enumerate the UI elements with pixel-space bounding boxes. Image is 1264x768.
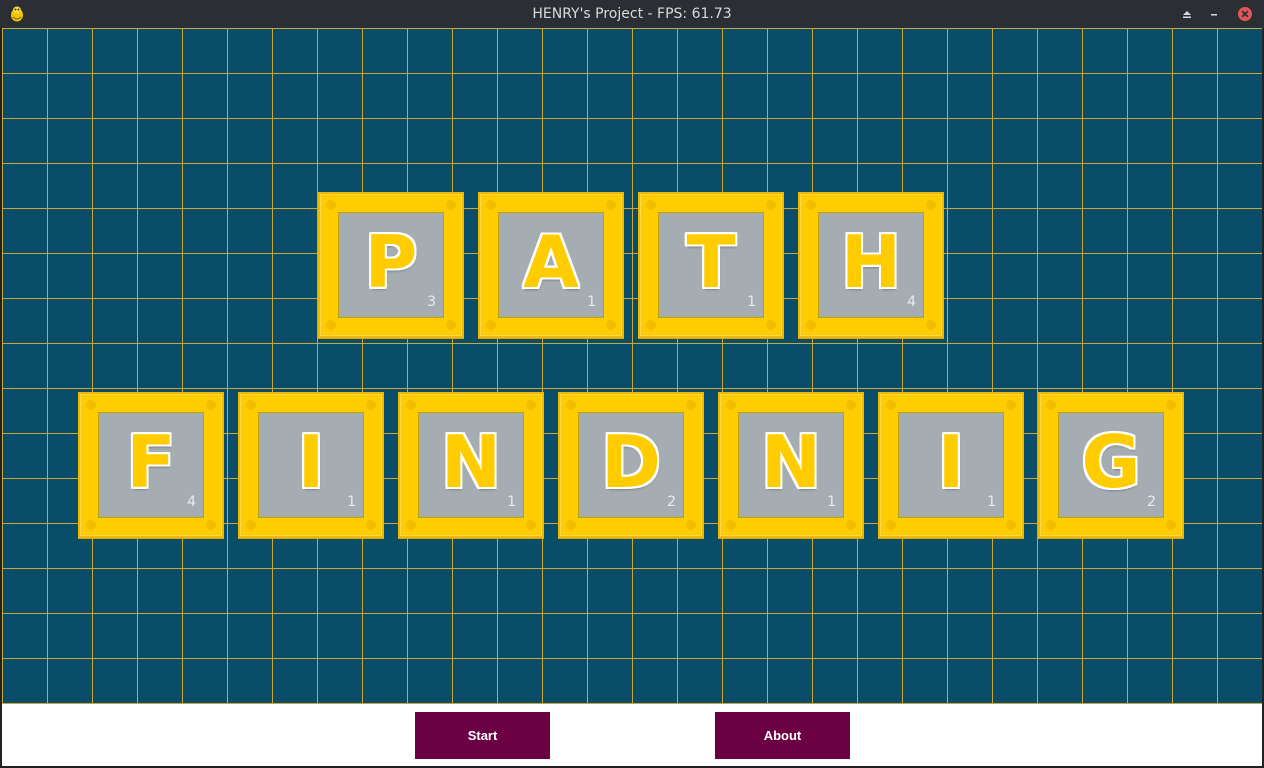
tile-letter: N [440,420,502,504]
rivet-icon [686,520,696,530]
rivet-icon [486,200,496,210]
tile-score: 1 [987,494,996,510]
letter-tile-f: F 4 [78,392,224,538]
tile-letter: T [686,220,736,304]
about-button[interactable]: About [715,712,850,759]
tile-letter: I [937,420,965,504]
tile-letter: P [364,220,418,304]
rivet-icon [1046,400,1056,410]
letter-tile-p: P 3 [318,192,464,338]
rivet-icon [366,520,376,530]
close-icon[interactable] [1237,6,1253,22]
tile-letter: A [523,220,579,304]
rivet-icon [326,200,336,210]
tile-letter: I [297,420,325,504]
bottom-menu-bar: Start About [2,704,1262,766]
tile-score: 1 [347,494,356,510]
rivet-icon [1006,520,1016,530]
rivet-icon [1166,400,1176,410]
rivet-icon [766,200,776,210]
tile-score: 4 [187,494,196,510]
rivet-icon [1166,520,1176,530]
letter-tile-i: I 1 [238,392,384,538]
rivet-icon [566,520,576,530]
letter-tile-i: I 1 [878,392,1024,538]
window-titlebar: HENRY's Project - FPS: 61.73 [0,0,1264,28]
letter-tile-d: D 2 [558,392,704,538]
rivet-icon [646,320,656,330]
tile-score: 2 [667,494,676,510]
rivet-icon [646,200,656,210]
rivet-icon [206,520,216,530]
rivet-icon [366,400,376,410]
tile-letter: N [760,420,822,504]
tile-letter: G [1081,420,1141,504]
rivet-icon [846,400,856,410]
rivet-icon [1046,520,1056,530]
window-title: HENRY's Project - FPS: 61.73 [532,6,732,22]
rivet-icon [86,520,96,530]
rivet-icon [326,320,336,330]
rivet-icon [606,320,616,330]
tile-score: 1 [747,294,756,310]
rivet-icon [486,320,496,330]
rivet-icon [526,400,536,410]
rivet-icon [726,520,736,530]
tile-letter: F [126,420,176,504]
rivet-icon [446,200,456,210]
rivet-icon [686,400,696,410]
rivet-icon [806,200,816,210]
rivet-icon [926,200,936,210]
letter-tile-n: N 1 [398,392,544,538]
letter-tile-a: A 1 [478,192,624,338]
rivet-icon [406,520,416,530]
rivet-icon [886,520,896,530]
letter-tile-h: H 4 [798,192,944,338]
tile-score: 1 [827,494,836,510]
rivet-icon [246,400,256,410]
tile-letter: H [840,220,902,304]
rivet-icon [566,400,576,410]
rivet-icon [606,200,616,210]
tile-score: 3 [427,294,436,310]
letter-tile-g: G 2 [1038,392,1184,538]
tile-letter: D [601,420,661,504]
maximize-icon[interactable] [1179,6,1195,22]
minimize-icon[interactable] [1206,6,1222,22]
tile-score: 4 [907,294,916,310]
start-button[interactable]: Start [415,712,550,759]
rivet-icon [206,400,216,410]
tile-score: 2 [1147,494,1156,510]
rivet-icon [446,320,456,330]
rivet-icon [406,400,416,410]
rivet-icon [846,520,856,530]
rivet-icon [806,320,816,330]
rivet-icon [526,520,536,530]
rivet-icon [886,400,896,410]
tile-score: 1 [587,294,596,310]
rivet-icon [726,400,736,410]
letter-tile-t: T 1 [638,192,784,338]
rivet-icon [1006,400,1016,410]
rivet-icon [926,320,936,330]
rivet-icon [86,400,96,410]
letter-tile-n: N 1 [718,392,864,538]
rivet-icon [246,520,256,530]
rivet-icon [766,320,776,330]
tile-score: 1 [507,494,516,510]
game-grid-canvas[interactable]: P 3 A 1 T 1 H 4 F 4 I 1 N 1 D 2 N 1 I 1 … [2,28,1262,704]
